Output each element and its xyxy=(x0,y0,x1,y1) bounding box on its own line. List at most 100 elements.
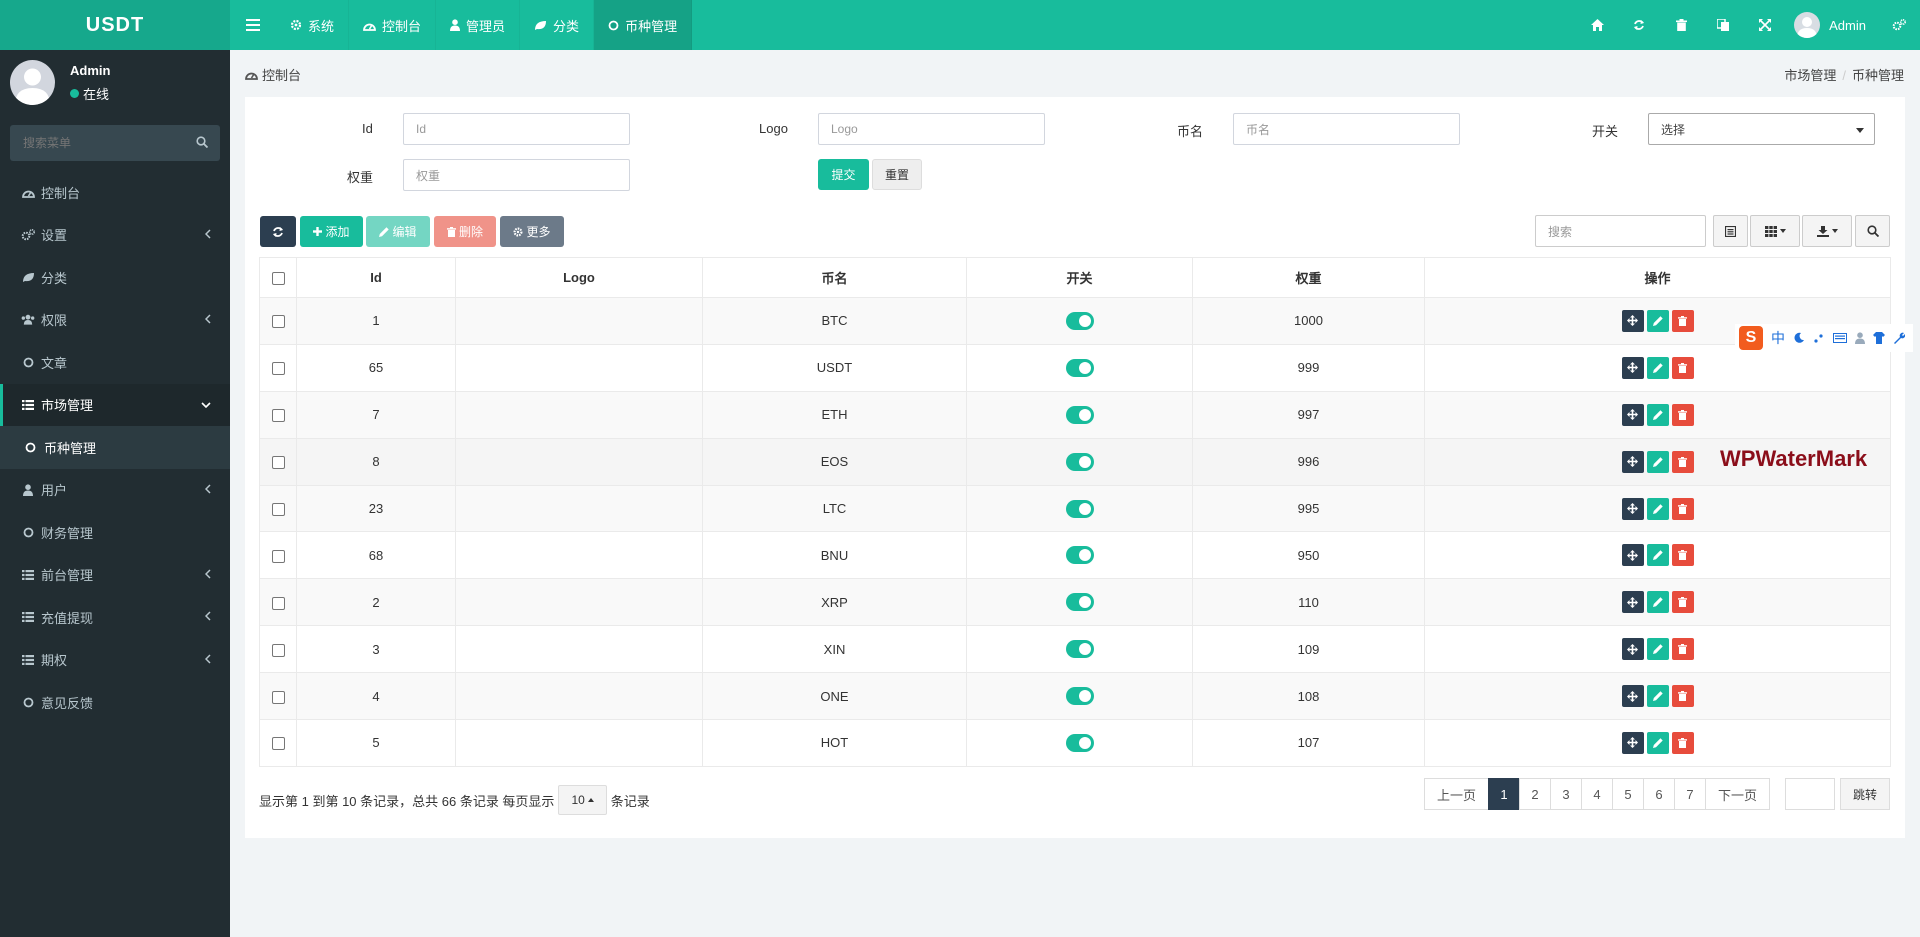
delete-row-button[interactable] xyxy=(1671,497,1694,520)
row-checkbox[interactable] xyxy=(271,690,285,704)
moon-icon[interactable] xyxy=(1793,332,1805,344)
status-toggle[interactable] xyxy=(1065,499,1094,518)
delete-row-button[interactable] xyxy=(1671,685,1694,708)
drag-sort-button[interactable] xyxy=(1621,403,1644,426)
tab-dashboard[interactable]: 控制台 xyxy=(349,0,437,50)
page-size-select[interactable]: 10 xyxy=(558,785,607,815)
edit-row-button[interactable] xyxy=(1646,497,1669,520)
edit-row-button[interactable] xyxy=(1646,591,1669,614)
tab-admin[interactable]: 管理员 xyxy=(436,0,521,50)
delete-row-button[interactable] xyxy=(1671,403,1694,426)
user-icon[interactable] xyxy=(1855,332,1865,344)
select-all-checkbox[interactable] xyxy=(271,272,285,286)
status-toggle[interactable] xyxy=(1065,311,1094,330)
jump-button[interactable]: 跳转 xyxy=(1840,778,1890,810)
status-toggle[interactable] xyxy=(1065,452,1094,471)
more-button[interactable]: 更多 xyxy=(500,216,564,247)
drag-sort-button[interactable] xyxy=(1621,450,1644,473)
edit-row-button[interactable] xyxy=(1646,309,1669,332)
edit-button[interactable]: 编辑 xyxy=(366,216,430,247)
edit-row-button[interactable] xyxy=(1646,544,1669,567)
ime-language-toggle[interactable]: 中 xyxy=(1771,328,1785,348)
id-field[interactable]: Id xyxy=(403,113,630,145)
table-row[interactable]: 2 XRP 110 xyxy=(259,578,1891,627)
next-page-button[interactable]: 下一页 xyxy=(1705,778,1770,810)
row-checkbox[interactable] xyxy=(271,362,285,376)
page-button[interactable]: 1 xyxy=(1488,778,1520,810)
row-checkbox[interactable] xyxy=(271,315,285,329)
column-header[interactable]: 权重 xyxy=(1192,257,1425,298)
fullscreen-button[interactable] xyxy=(1744,0,1786,50)
page-button[interactable]: 5 xyxy=(1612,778,1644,810)
row-checkbox[interactable] xyxy=(271,503,285,517)
table-row[interactable]: 4 ONE 108 xyxy=(259,672,1891,721)
app-logo[interactable]: USDT xyxy=(0,0,230,50)
edit-row-button[interactable] xyxy=(1646,638,1669,661)
wrench-icon[interactable] xyxy=(1893,332,1905,344)
table-row[interactable]: 8 EOS 996 xyxy=(259,437,1891,486)
sidebar-item-market-management[interactable]: 市场管理 xyxy=(0,383,230,426)
clear-cache-button[interactable] xyxy=(1660,0,1702,50)
row-checkbox[interactable] xyxy=(271,409,285,423)
sidebar-item-frontend[interactable]: 前台管理 xyxy=(0,554,230,597)
edit-row-button[interactable] xyxy=(1646,731,1669,754)
edit-row-button[interactable] xyxy=(1646,403,1669,426)
page-button[interactable]: 4 xyxy=(1581,778,1613,810)
sidebar-toggle-button[interactable] xyxy=(230,0,276,50)
page-button[interactable]: 3 xyxy=(1550,778,1582,810)
prev-page-button[interactable]: 上一页 xyxy=(1424,778,1489,810)
column-header[interactable]: Id xyxy=(296,257,456,298)
skin-icon[interactable] xyxy=(1873,332,1885,344)
submit-button[interactable]: 提交 xyxy=(818,159,869,190)
delete-row-button[interactable] xyxy=(1671,638,1694,661)
edit-row-button[interactable] xyxy=(1646,685,1669,708)
export-button[interactable] xyxy=(1802,215,1852,247)
delete-row-button[interactable] xyxy=(1671,544,1694,567)
keyboard-icon[interactable] xyxy=(1833,333,1847,343)
sidebar-item-permission[interactable]: 权限 xyxy=(0,299,230,342)
translate-button[interactable] xyxy=(1702,0,1744,50)
table-row[interactable]: 65 USDT 999 xyxy=(259,343,1891,392)
search-toggle-button[interactable] xyxy=(1855,215,1890,247)
table-row[interactable]: 7 ETH 997 xyxy=(259,390,1891,439)
refresh-button[interactable] xyxy=(1618,0,1660,50)
drag-sort-button[interactable] xyxy=(1621,685,1644,708)
table-row[interactable]: 5 HOT 107 xyxy=(259,719,1891,767)
switch-select[interactable]: 选择 xyxy=(1648,113,1875,145)
drag-sort-button[interactable] xyxy=(1621,309,1644,332)
page-button[interactable]: 6 xyxy=(1643,778,1675,810)
sidebar-item-dashboard[interactable]: 控制台 xyxy=(0,171,230,214)
row-checkbox[interactable] xyxy=(271,643,285,657)
drag-sort-button[interactable] xyxy=(1621,497,1644,520)
sidebar-item-user[interactable]: 用户 xyxy=(0,469,230,512)
row-checkbox[interactable] xyxy=(271,737,285,751)
status-toggle[interactable] xyxy=(1065,687,1094,706)
sidebar-item-deposit-withdraw[interactable]: 充值提现 xyxy=(0,596,230,639)
menu-search-input[interactable] xyxy=(10,125,220,161)
delete-row-button[interactable] xyxy=(1671,356,1694,379)
tab-category[interactable]: 分类 xyxy=(520,0,595,50)
weight-field[interactable]: 权重 xyxy=(403,159,630,191)
table-row[interactable]: 68 BNU 950 xyxy=(259,531,1891,580)
toggle-view-button[interactable] xyxy=(1713,215,1748,247)
delete-row-button[interactable] xyxy=(1671,731,1694,754)
sidebar-item-feedback[interactable]: 意见反馈 xyxy=(0,681,230,724)
logo-field[interactable]: Logo xyxy=(818,113,1045,145)
status-toggle[interactable] xyxy=(1065,593,1094,612)
status-toggle[interactable] xyxy=(1065,405,1094,424)
drag-sort-button[interactable] xyxy=(1621,731,1644,754)
table-row[interactable]: 3 XIN 109 xyxy=(259,625,1891,674)
row-checkbox[interactable] xyxy=(271,456,285,470)
status-toggle[interactable] xyxy=(1065,733,1094,752)
add-button[interactable]: 添加 xyxy=(300,216,363,247)
sidebar-subitem-coin-management[interactable]: 币种管理 xyxy=(0,426,230,469)
drag-sort-button[interactable] xyxy=(1621,544,1644,567)
edit-row-button[interactable] xyxy=(1646,356,1669,379)
sidebar-item-category[interactable]: 分类 xyxy=(0,256,230,299)
punctuation-icon[interactable] xyxy=(1813,332,1825,344)
row-checkbox[interactable] xyxy=(271,549,285,563)
drag-sort-button[interactable] xyxy=(1621,356,1644,379)
user-menu[interactable]: Admin xyxy=(1786,12,1878,38)
edit-row-button[interactable] xyxy=(1646,450,1669,473)
delete-row-button[interactable] xyxy=(1671,309,1694,332)
